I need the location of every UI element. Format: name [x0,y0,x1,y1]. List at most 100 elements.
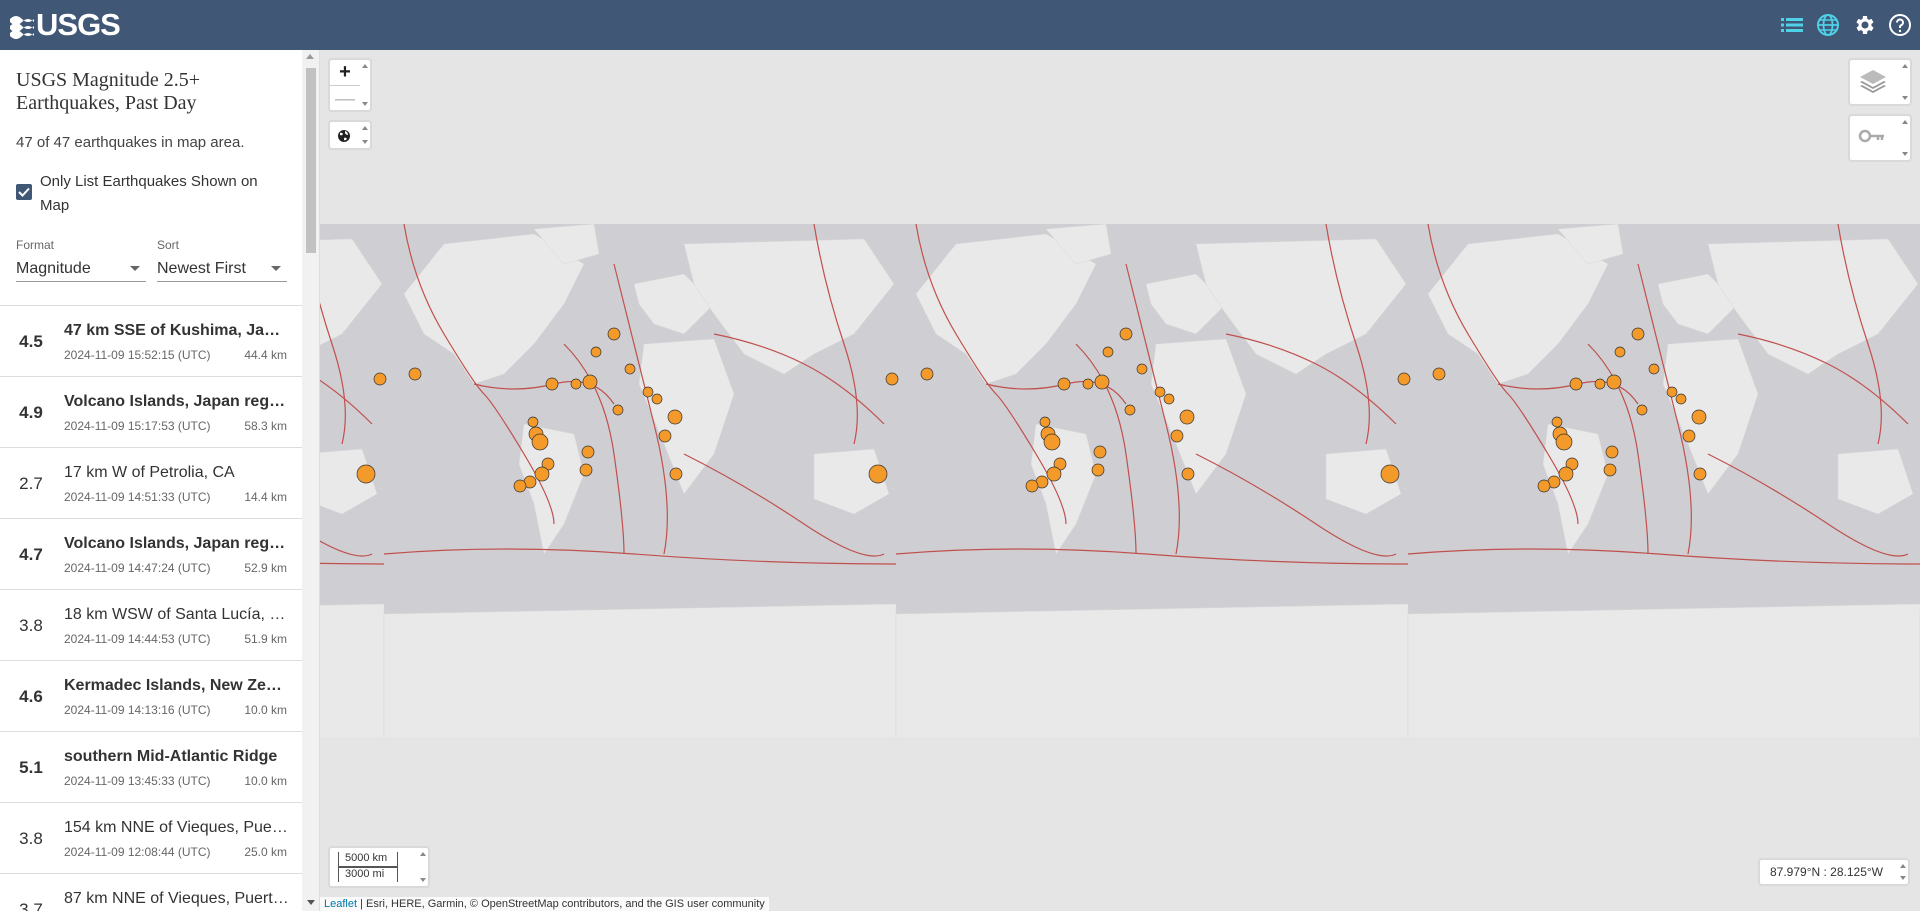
earthquake-list-item[interactable]: 3.8 18 km WSW of Santa Lucía, E… 2024-11… [0,590,303,661]
earthquake-list-item[interactable]: 3.7 87 km NNE of Vieques, Puert… [0,874,303,911]
globe-icon[interactable] [1816,13,1840,37]
world-view-button[interactable] [328,120,372,150]
scroll-up-icon [362,126,368,130]
earthquake-marker[interactable] [582,374,598,390]
earthquake-marker[interactable] [356,464,376,484]
earthquake-marker[interactable] [1666,386,1678,398]
earthquake-marker[interactable] [885,372,899,386]
earthquake-list-item[interactable]: 2.7 17 km W of Petrolia, CA 2024-11-09 1… [0,448,303,519]
earthquake-marker[interactable] [527,416,539,428]
earthquake-list-item[interactable]: 4.9 Volcano Islands, Japan region 2024-1… [0,377,303,448]
earthquake-marker[interactable] [1537,479,1551,493]
earthquake-marker[interactable] [545,377,559,391]
earthquake-marker[interactable] [1397,372,1411,386]
attribution-text: | Esri, HERE, Garmin, © OpenStreetMap co… [357,898,765,910]
earthquake-marker[interactable] [1163,393,1175,405]
earthquake-marker[interactable] [1043,433,1061,451]
earthquake-list-item[interactable]: 3.8 154 km NNE of Vieques, Puer… 2024-11… [0,803,303,874]
earthquake-marker[interactable] [1555,433,1573,451]
earthquake-marker[interactable] [1648,363,1660,375]
earthquake-marker[interactable] [1603,463,1617,477]
earthquake-marker[interactable] [534,466,550,482]
earthquake-marker[interactable] [1693,467,1707,481]
scroll-down-icon [1902,152,1908,156]
layers-button[interactable] [1848,58,1912,106]
earthquake-marker[interactable] [1124,404,1136,416]
earthquake-marker[interactable] [669,467,683,481]
earthquake-marker[interactable] [1082,378,1094,390]
earthquake-marker[interactable] [1102,346,1114,358]
earthquake-marker[interactable] [1039,416,1051,428]
earthquake-marker[interactable] [1569,377,1583,391]
earthquake-marker[interactable] [531,433,549,451]
earthquake-marker[interactable] [667,409,683,425]
sort-select[interactable]: Sort Newest First [157,238,287,282]
earthquake-marker[interactable] [624,363,636,375]
earthquake-marker[interactable] [1605,445,1619,459]
earthquake-marker[interactable] [513,479,527,493]
zoom-out-button[interactable]: — [330,87,360,111]
only-list-checkbox[interactable] [16,184,32,200]
help-icon[interactable] [1888,13,1912,37]
earthquake-marker[interactable] [1432,367,1446,381]
earthquake-marker[interactable] [920,367,934,381]
earthquake-marker[interactable] [590,346,602,358]
earthquake-marker[interactable] [651,393,663,405]
map-attribution: Leaflet | Esri, HERE, Garmin, © OpenStre… [320,897,769,911]
earthquake-marker[interactable] [1091,463,1105,477]
quake-time: 2024-11-09 14:13:16 (UTC) [64,703,211,717]
earthquake-marker[interactable] [1551,416,1563,428]
usgs-logo[interactable]: USGS [10,7,121,43]
quake-magnitude: 2.7 [19,473,43,493]
earthquake-list-item[interactable]: 4.7 Volcano Islands, Japan region 2024-1… [0,519,303,590]
earthquake-marker[interactable] [581,445,595,459]
earthquake-marker[interactable] [1614,346,1626,358]
earthquake-marker[interactable] [1136,363,1148,375]
earthquake-marker[interactable] [408,367,422,381]
earthquake-marker[interactable] [1179,409,1195,425]
earthquake-marker[interactable] [1691,409,1707,425]
earthquake-marker[interactable] [607,327,621,341]
earthquake-marker[interactable] [570,378,582,390]
earthquake-marker[interactable] [1057,377,1071,391]
earthquake-marker[interactable] [642,386,654,398]
landmass [320,603,385,738]
earthquake-map[interactable]: + — 5000 km 3000 mi 87.979°N : 28.125°W … [320,50,1920,911]
list-icon[interactable] [1780,13,1804,37]
earthquake-marker[interactable] [1154,386,1166,398]
earthquake-list-item[interactable]: 5.1 southern Mid-Atlantic Ridge 2024-11-… [0,732,303,803]
gear-icon[interactable] [1852,13,1876,37]
earthquake-marker[interactable] [658,429,672,443]
earthquake-marker[interactable] [1093,445,1107,459]
earthquake-marker[interactable] [1046,466,1062,482]
earthquake-marker[interactable] [1682,429,1696,443]
earthquake-marker[interactable] [612,404,624,416]
only-list-label[interactable]: Only List Earthquakes Shown on Map [40,170,280,218]
scroll-up-icon[interactable] [306,54,314,59]
landmass [1407,603,1920,738]
legend-button[interactable] [1848,114,1912,162]
earthquake-marker[interactable] [1119,327,1133,341]
earthquake-marker[interactable] [868,464,888,484]
earthquake-list-item[interactable]: 4.6 Kermadec Islands, New Zeal… 2024-11-… [0,661,303,732]
scrollbar-thumb[interactable] [306,68,316,253]
earthquake-marker[interactable] [1380,464,1400,484]
earthquake-marker[interactable] [1675,393,1687,405]
earthquake-marker[interactable] [579,463,593,477]
earthquake-marker[interactable] [1025,479,1039,493]
earthquake-marker[interactable] [1594,378,1606,390]
earthquake-marker[interactable] [1181,467,1195,481]
earthquake-marker[interactable] [373,372,387,386]
sidebar-scrollbar[interactable] [302,50,319,911]
earthquake-marker[interactable] [1558,466,1574,482]
earthquake-marker[interactable] [1631,327,1645,341]
earthquake-marker[interactable] [1636,404,1648,416]
earthquake-marker[interactable] [1606,374,1622,390]
zoom-in-button[interactable]: + [330,60,360,86]
quake-time: 2024-11-09 14:44:53 (UTC) [64,632,211,646]
leaflet-link[interactable]: Leaflet [324,898,357,910]
earthquake-list-item[interactable]: 4.5 47 km SSE of Kushima, Japan 2024-11-… [0,306,303,377]
format-select[interactable]: Format Magnitude [16,238,146,282]
earthquake-marker[interactable] [1170,429,1184,443]
earthquake-marker[interactable] [1094,374,1110,390]
